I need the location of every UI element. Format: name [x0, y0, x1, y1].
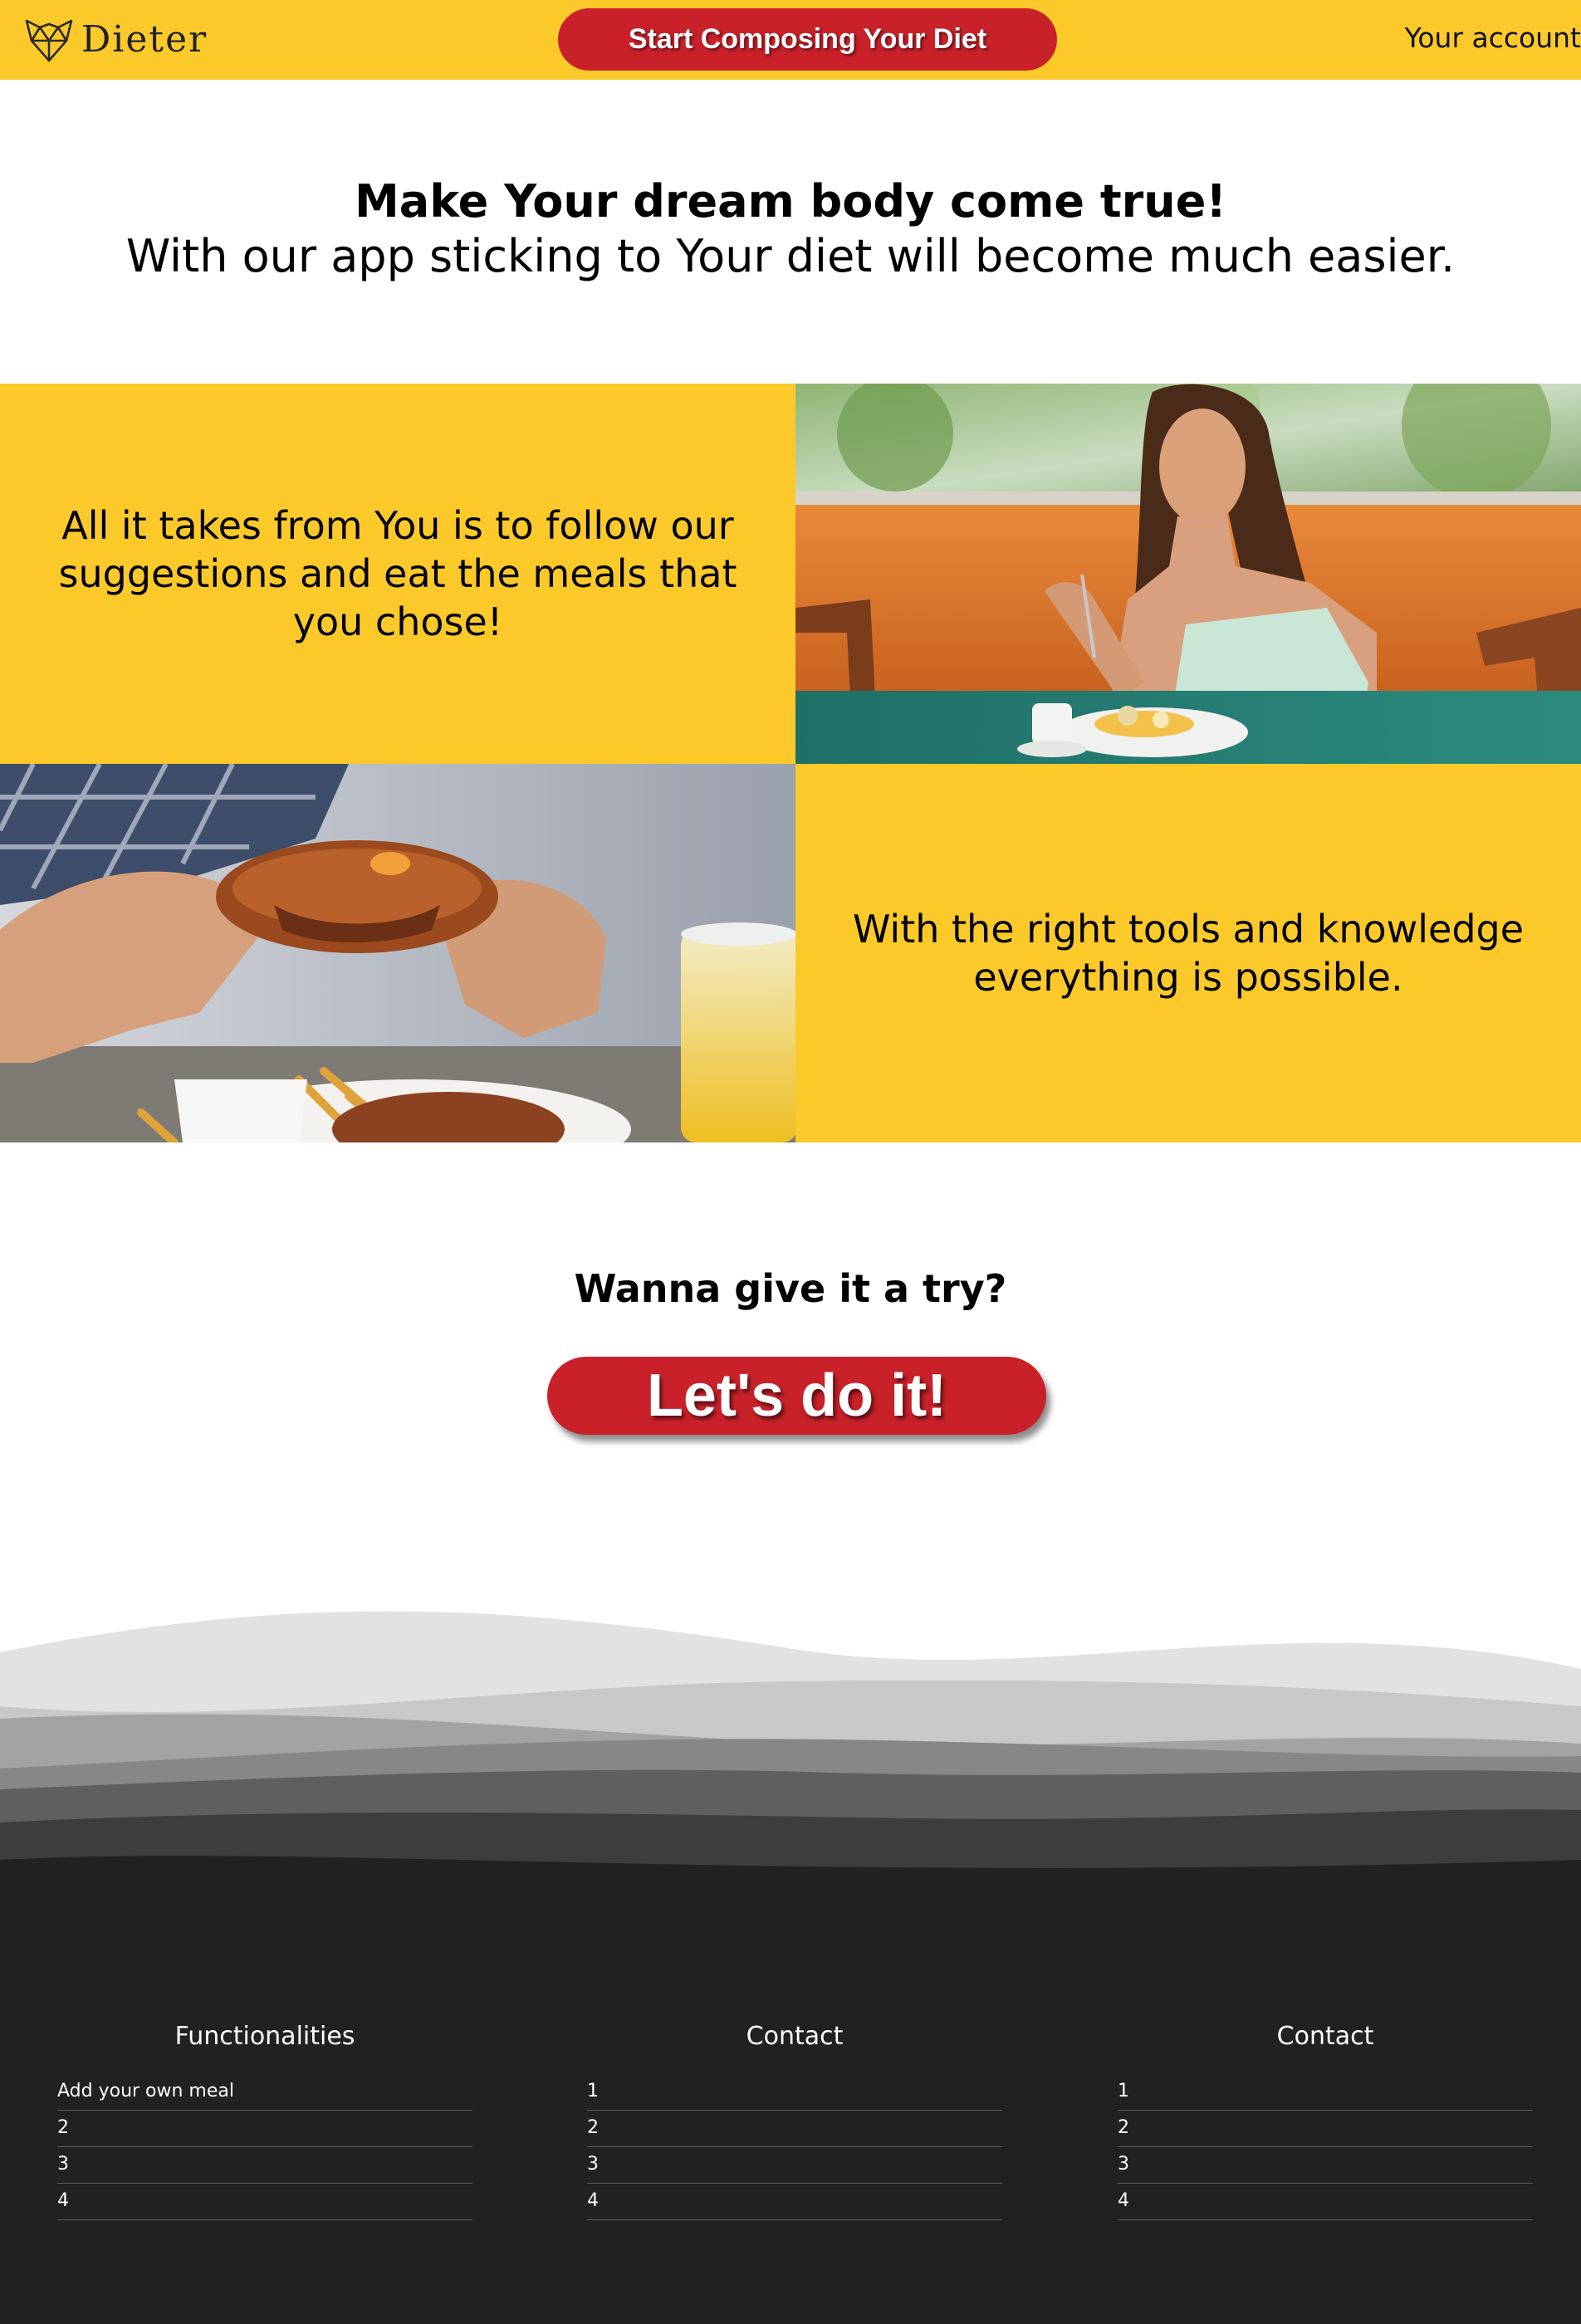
footer-link[interactable]: 1	[587, 2074, 1002, 2111]
woman-eating-image	[795, 384, 1581, 764]
hero-title: Make Your dream body come true!	[355, 175, 1226, 228]
feature-block-2: With the right tools and knowledge every…	[795, 764, 1581, 1142]
lets-do-it-button[interactable]: Let's do it!	[547, 1357, 1046, 1435]
footer-column-title: Contact	[746, 2022, 844, 2051]
footer-column-contact-2: Contact 1 2 3 4	[1118, 2022, 1533, 2220]
footer-link[interactable]: 4	[57, 2184, 472, 2220]
fox-logo-icon	[25, 19, 73, 62]
footer-column-contact-1: Contact 1 2 3 4	[587, 2022, 1002, 2220]
footer-link[interactable]: 1	[1118, 2074, 1533, 2111]
your-account-link[interactable]: Your account	[1405, 22, 1581, 54]
footer-link[interactable]: 4	[1118, 2184, 1533, 2220]
brand-logo[interactable]: Dieter	[23, 15, 208, 65]
footer-link-list: 1 2 3 4	[587, 2074, 1002, 2220]
woman-eating-photo	[795, 384, 1581, 764]
footer: Functionalities Add your own meal 2 3 4 …	[0, 1868, 1581, 2324]
footer-column-title: Contact	[1276, 2022, 1374, 2051]
burger-hands-image	[0, 764, 795, 1142]
footer-link-list: 1 2 3 4	[1118, 2074, 1533, 2220]
footer-link[interactable]: 2	[587, 2111, 1002, 2147]
footer-link[interactable]: 2	[57, 2111, 472, 2147]
start-composing-button[interactable]: Start Composing Your Diet	[558, 8, 1057, 71]
footer-column-functionalities: Functionalities Add your own meal 2 3 4	[57, 2022, 472, 2220]
hero-section: Make Your dream body come true! With our…	[0, 174, 1581, 284]
footer-link[interactable]: Add your own meal	[57, 2074, 472, 2111]
feature-text-1: All it takes from You is to follow our s…	[58, 503, 737, 644]
cta-title: Wanna give it a try?	[574, 1266, 1007, 1311]
footer-link[interactable]: 2	[1118, 2111, 1533, 2147]
burger-hands-photo	[0, 764, 795, 1142]
brand-name: Dieter	[81, 18, 208, 61]
decorative-waves	[0, 1611, 1581, 1876]
footer-link[interactable]: 4	[587, 2184, 1002, 2220]
feature-block-1: All it takes from You is to follow our s…	[0, 384, 795, 764]
feature-text-2: With the right tools and knowledge every…	[852, 907, 1525, 1000]
footer-link[interactable]: 3	[1118, 2147, 1533, 2184]
footer-link-list: Add your own meal 2 3 4	[57, 2074, 472, 2220]
top-navbar: Dieter Start Composing Your Diet Your ac…	[0, 0, 1581, 80]
footer-link[interactable]: 3	[57, 2147, 472, 2184]
footer-column-title: Functionalities	[174, 2022, 355, 2051]
footer-link[interactable]: 3	[587, 2147, 1002, 2184]
hero-subtitle: With our app sticking to Your diet will …	[125, 230, 1456, 282]
